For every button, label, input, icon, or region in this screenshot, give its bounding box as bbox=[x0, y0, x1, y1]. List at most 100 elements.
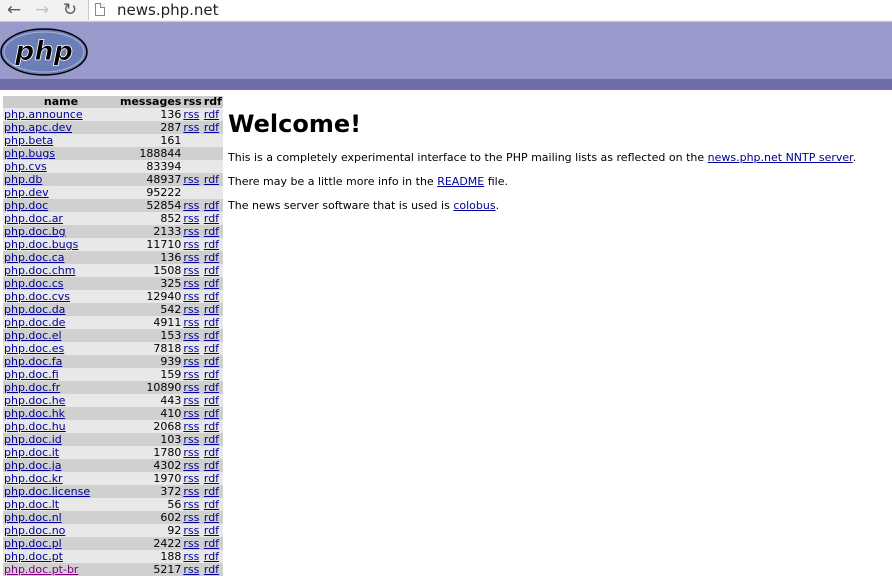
group-link[interactable]: php.doc.el bbox=[4, 329, 62, 342]
url-text[interactable]: news.php.net bbox=[117, 0, 219, 20]
rdf-link[interactable]: rdf bbox=[204, 446, 219, 459]
rdf-link[interactable]: rdf bbox=[204, 381, 219, 394]
rdf-link[interactable]: rdf bbox=[204, 342, 219, 355]
rdf-link[interactable]: rdf bbox=[204, 511, 219, 524]
rss-link[interactable]: rss bbox=[183, 199, 199, 212]
rss-link[interactable]: rss bbox=[183, 446, 199, 459]
rdf-link[interactable]: rdf bbox=[204, 472, 219, 485]
rdf-link[interactable]: rdf bbox=[204, 316, 219, 329]
group-link[interactable]: php.doc.da bbox=[4, 303, 65, 316]
rss-link[interactable]: rss bbox=[183, 420, 199, 433]
rdf-link[interactable]: rdf bbox=[204, 329, 219, 342]
rdf-link[interactable]: rdf bbox=[204, 563, 219, 576]
group-link[interactable]: php.doc.ca bbox=[4, 251, 64, 264]
rdf-link[interactable]: rdf bbox=[204, 420, 219, 433]
group-link[interactable]: php.doc.pt bbox=[4, 550, 63, 563]
rdf-link[interactable]: rdf bbox=[204, 394, 219, 407]
rdf-link[interactable]: rdf bbox=[204, 277, 219, 290]
readme-link[interactable]: README bbox=[437, 175, 484, 188]
rss-link[interactable]: rss bbox=[183, 290, 199, 303]
forward-icon[interactable]: → bbox=[32, 0, 52, 20]
rdf-link[interactable]: rdf bbox=[204, 225, 219, 238]
rss-link[interactable]: rss bbox=[183, 498, 199, 511]
rss-link[interactable]: rss bbox=[183, 108, 199, 121]
rdf-link[interactable]: rdf bbox=[204, 485, 219, 498]
group-link[interactable]: php.beta bbox=[4, 134, 53, 147]
rdf-link[interactable]: rdf bbox=[204, 212, 219, 225]
rdf-link[interactable]: rdf bbox=[204, 368, 219, 381]
group-link[interactable]: php.doc.he bbox=[4, 394, 65, 407]
group-link[interactable]: php.doc.fi bbox=[4, 368, 59, 381]
rss-link[interactable]: rss bbox=[183, 121, 199, 134]
rss-link[interactable]: rss bbox=[183, 238, 199, 251]
group-link[interactable]: php.doc.fr bbox=[4, 381, 60, 394]
php-logo[interactable]: php bbox=[0, 28, 88, 76]
rss-link[interactable]: rss bbox=[183, 342, 199, 355]
rdf-link[interactable]: rdf bbox=[204, 407, 219, 420]
group-link[interactable]: php.doc.kr bbox=[4, 472, 63, 485]
group-link[interactable]: php.doc bbox=[4, 199, 48, 212]
rss-link[interactable]: rss bbox=[183, 563, 199, 576]
rss-link[interactable]: rss bbox=[183, 433, 199, 446]
rss-link[interactable]: rss bbox=[183, 251, 199, 264]
rdf-link[interactable]: rdf bbox=[204, 498, 219, 511]
group-link[interactable]: php.db bbox=[4, 173, 42, 186]
group-link[interactable]: php.bugs bbox=[4, 147, 55, 160]
rdf-link[interactable]: rdf bbox=[204, 290, 219, 303]
group-link[interactable]: php.doc.hk bbox=[4, 407, 65, 420]
rss-link[interactable]: rss bbox=[183, 537, 199, 550]
rss-link[interactable]: rss bbox=[183, 355, 199, 368]
rdf-link[interactable]: rdf bbox=[204, 121, 219, 134]
rss-link[interactable]: rss bbox=[183, 329, 199, 342]
group-link[interactable]: php.doc.bugs bbox=[4, 238, 78, 251]
group-link[interactable]: php.doc.id bbox=[4, 433, 62, 446]
rss-link[interactable]: rss bbox=[183, 368, 199, 381]
group-link[interactable]: php.doc.nl bbox=[4, 511, 62, 524]
group-link[interactable]: php.doc.de bbox=[4, 316, 65, 329]
group-link[interactable]: php.dev bbox=[4, 186, 49, 199]
rdf-link[interactable]: rdf bbox=[204, 251, 219, 264]
group-link[interactable]: php.doc.ar bbox=[4, 212, 63, 225]
group-link[interactable]: php.doc.cvs bbox=[4, 290, 70, 303]
rss-link[interactable]: rss bbox=[183, 485, 199, 498]
back-icon[interactable]: ← bbox=[4, 0, 24, 20]
rdf-link[interactable]: rdf bbox=[204, 173, 219, 186]
rss-link[interactable]: rss bbox=[183, 524, 199, 537]
rdf-link[interactable]: rdf bbox=[204, 238, 219, 251]
group-link[interactable]: php.doc.lt bbox=[4, 498, 59, 511]
rdf-link[interactable]: rdf bbox=[204, 199, 219, 212]
rdf-link[interactable]: rdf bbox=[204, 303, 219, 316]
rdf-link[interactable]: rdf bbox=[204, 459, 219, 472]
address-bar[interactable]: news.php.net bbox=[88, 0, 892, 20]
rss-link[interactable]: rss bbox=[183, 407, 199, 420]
group-link[interactable]: php.doc.it bbox=[4, 446, 59, 459]
rdf-link[interactable]: rdf bbox=[204, 108, 219, 121]
group-link[interactable]: php.doc.cs bbox=[4, 277, 63, 290]
group-link[interactable]: php.doc.pt-br bbox=[4, 563, 78, 576]
rdf-link[interactable]: rdf bbox=[204, 550, 219, 563]
rss-link[interactable]: rss bbox=[183, 550, 199, 563]
group-link[interactable]: php.cvs bbox=[4, 160, 47, 173]
rdf-link[interactable]: rdf bbox=[204, 264, 219, 277]
group-link[interactable]: php.announce bbox=[4, 108, 83, 121]
rss-link[interactable]: rss bbox=[183, 394, 199, 407]
rss-link[interactable]: rss bbox=[183, 303, 199, 316]
rss-link[interactable]: rss bbox=[183, 264, 199, 277]
group-link[interactable]: php.doc.ja bbox=[4, 459, 62, 472]
group-link[interactable]: php.doc.chm bbox=[4, 264, 75, 277]
reload-icon[interactable]: ↻ bbox=[60, 0, 80, 20]
rss-link[interactable]: rss bbox=[183, 225, 199, 238]
rdf-link[interactable]: rdf bbox=[204, 355, 219, 368]
group-link[interactable]: php.apc.dev bbox=[4, 121, 72, 134]
rss-link[interactable]: rss bbox=[183, 472, 199, 485]
rss-link[interactable]: rss bbox=[183, 459, 199, 472]
group-link[interactable]: php.doc.es bbox=[4, 342, 64, 355]
rss-link[interactable]: rss bbox=[183, 277, 199, 290]
rdf-link[interactable]: rdf bbox=[204, 433, 219, 446]
rss-link[interactable]: rss bbox=[183, 173, 199, 186]
group-link[interactable]: php.doc.fa bbox=[4, 355, 62, 368]
rdf-link[interactable]: rdf bbox=[204, 524, 219, 537]
rss-link[interactable]: rss bbox=[183, 316, 199, 329]
group-link[interactable]: php.doc.no bbox=[4, 524, 65, 537]
group-link[interactable]: php.doc.license bbox=[4, 485, 90, 498]
